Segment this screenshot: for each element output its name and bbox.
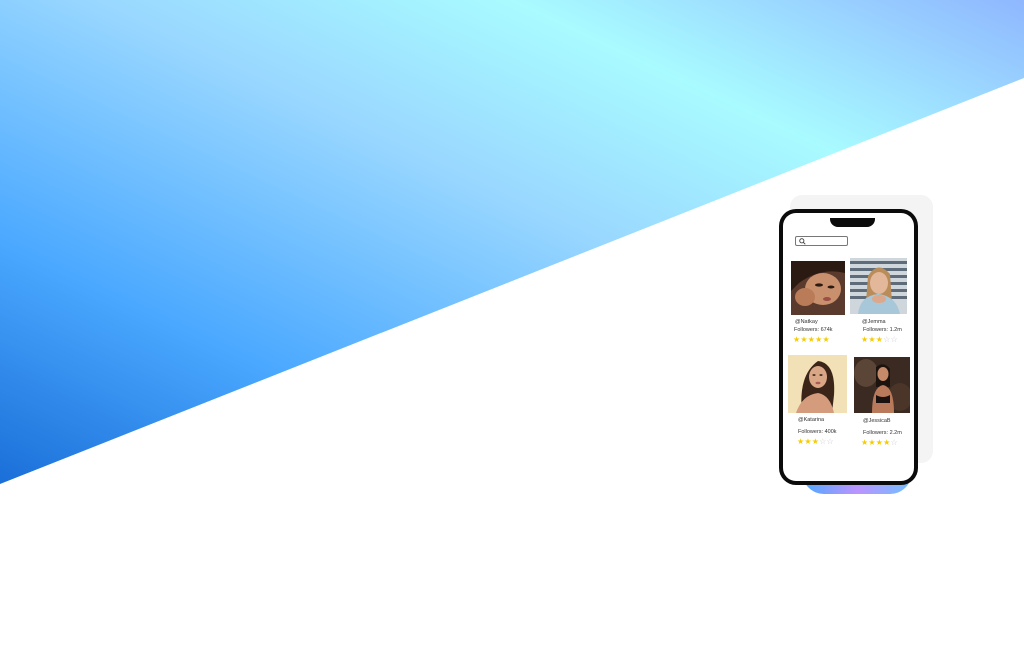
profile-photo[interactable] xyxy=(854,357,910,413)
profile-photo[interactable] xyxy=(850,258,907,314)
star-filled-icon: ★ xyxy=(815,335,823,344)
star-filled-icon: ★ xyxy=(822,335,830,344)
star-filled-icon: ★ xyxy=(868,438,876,447)
profile-followers: Followers: 1.2m xyxy=(863,327,902,333)
profile-photo[interactable] xyxy=(788,355,847,413)
profile-handle[interactable]: @JessicaB xyxy=(863,418,891,424)
star-filled-icon: ★ xyxy=(868,335,876,344)
rating-stars: ★★★★☆ xyxy=(861,439,898,447)
phone-screen: @Natkay Followers: 674k ★★★★★ @Jemma Fol… xyxy=(783,213,914,481)
profile-followers: Followers: 400k xyxy=(798,429,837,435)
profile-card[interactable]: @Jemma Followers: 1.2m ★★★☆☆ xyxy=(850,258,910,348)
star-empty-icon: ☆ xyxy=(890,335,898,344)
profile-followers: Followers: 674k xyxy=(794,327,833,333)
profile-handle[interactable]: @Jemma xyxy=(862,319,886,325)
search-icon xyxy=(799,238,806,245)
profile-photo[interactable] xyxy=(791,261,845,315)
rating-stars: ★★★☆☆ xyxy=(861,336,898,344)
search-input[interactable] xyxy=(795,236,848,246)
profile-card[interactable]: @JessicaB Followers: 2.2m ★★★★☆ xyxy=(854,357,914,447)
profile-card[interactable]: @Katarina Followers: 400k ★★★☆☆ xyxy=(788,355,848,446)
star-empty-icon: ☆ xyxy=(819,437,827,446)
star-empty-icon: ☆ xyxy=(883,335,891,344)
star-filled-icon: ★ xyxy=(883,438,891,447)
star-empty-icon: ☆ xyxy=(826,437,834,446)
star-empty-icon: ☆ xyxy=(890,438,898,447)
star-filled-icon: ★ xyxy=(800,335,808,344)
profile-followers: Followers: 2.2m xyxy=(863,430,902,436)
phone-mockup: @Natkay Followers: 674k ★★★★★ @Jemma Fol… xyxy=(779,209,918,485)
profile-card[interactable]: @Natkay Followers: 674k ★★★★★ xyxy=(791,261,851,351)
star-filled-icon: ★ xyxy=(804,437,812,446)
phone-notch xyxy=(830,218,875,227)
rating-stars: ★★★☆☆ xyxy=(797,438,834,446)
profile-handle[interactable]: @Natkay xyxy=(795,319,818,325)
profile-handle[interactable]: @Katarina xyxy=(798,417,824,423)
rating-stars: ★★★★★ xyxy=(793,336,830,344)
